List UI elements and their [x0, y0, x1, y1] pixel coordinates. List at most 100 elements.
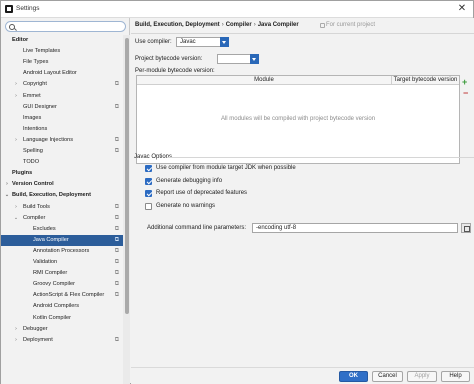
- checkbox-checked-icon[interactable]: [145, 178, 152, 185]
- checkbox-label: Generate no warnings: [156, 203, 216, 209]
- expand-editor-icon[interactable]: [461, 223, 471, 233]
- sidebar-item-label: Emmet: [23, 92, 41, 99]
- sidebar-item[interactable]: › Build Tools ⧉: [1, 202, 123, 213]
- sidebar-item[interactable]: Android Layout Editor: [1, 68, 123, 79]
- chevron-right-icon[interactable]: ›: [13, 202, 19, 213]
- project-settings-icon: ⧉: [114, 336, 119, 343]
- help-button[interactable]: Help: [441, 371, 470, 382]
- sidebar-item-label: Plugins: [12, 170, 33, 177]
- sidebar-item[interactable]: Validation ⧉: [1, 257, 123, 268]
- breadcrumb-item: Java Compiler: [257, 22, 299, 28]
- chevron-right-icon[interactable]: ›: [13, 324, 19, 335]
- sidebar-item[interactable]: › Debugger: [1, 324, 123, 335]
- settings-window: Settings ✕ Editor Live Templates File Type…: [0, 0, 474, 384]
- sidebar-item-label: Kotlin Compiler: [33, 314, 71, 321]
- chevron-right-icon[interactable]: ›: [4, 179, 10, 190]
- header-divider: [131, 33, 474, 34]
- sidebar-item[interactable]: Groovy Compiler ⧉: [1, 279, 123, 290]
- project-settings-icon: ⧉: [114, 81, 119, 88]
- sidebar-item[interactable]: Java Compiler ⧉: [1, 234, 123, 246]
- sidebar-item[interactable]: GUI Designer ⧉: [1, 102, 123, 113]
- chevron-down-icon[interactable]: ⌄: [4, 190, 10, 201]
- sidebar-item-label: RMI Compiler: [33, 270, 68, 277]
- sidebar-item[interactable]: RMI Compiler ⧉: [1, 268, 123, 279]
- sidebar-item[interactable]: › Copyright ⧉: [1, 79, 123, 90]
- project-settings-icon: ⧉: [114, 203, 119, 210]
- ok-button[interactable]: OK: [339, 371, 368, 382]
- window-title: Settings: [16, 5, 40, 12]
- chevron-right-icon[interactable]: ›: [13, 79, 19, 90]
- sidebar-item[interactable]: Spelling ⧉: [1, 146, 123, 157]
- sidebar-item[interactable]: Android Compilers: [1, 301, 123, 312]
- bytecode-version-label: Project bytecode version:: [135, 56, 203, 62]
- cancel-button[interactable]: Cancel: [372, 371, 403, 382]
- project-settings-icon: ⧉: [114, 236, 119, 243]
- project-settings-icon: ⧉: [114, 259, 119, 265]
- per-module-table[interactable]: Module Target bytecode version All modul…: [136, 75, 460, 164]
- search-icon: [9, 24, 15, 30]
- sidebar-scrollbar-thumb[interactable]: [125, 38, 129, 314]
- sidebar-item-label: Annotation Processors: [33, 247, 90, 254]
- checkbox-unchecked-icon[interactable]: [145, 203, 152, 210]
- per-module-label: Per-module bytecode version:: [135, 68, 215, 74]
- sidebar-item[interactable]: Editor: [1, 35, 123, 46]
- use-compiler-select[interactable]: Javac: [176, 37, 229, 47]
- additional-params-input[interactable]: -encoding utf-8: [252, 223, 458, 233]
- sidebar-item-label: File Types: [23, 59, 49, 66]
- sidebar-item[interactable]: TODO: [1, 157, 123, 168]
- chevron-right-icon[interactable]: ›: [13, 135, 19, 146]
- bytecode-version-select[interactable]: [217, 54, 259, 64]
- checkbox-checked-icon[interactable]: [145, 165, 152, 172]
- settings-tree: Editor Live Templates File Types Android La…: [1, 35, 123, 384]
- dialog-button-bar: OK Cancel Apply Help: [131, 367, 474, 384]
- add-module-button[interactable]: +: [462, 78, 467, 87]
- project-settings-icon: ⧉: [114, 225, 119, 232]
- project-settings-icon: ⧉: [114, 281, 119, 288]
- chevron-down-icon[interactable]: ⌄: [13, 213, 19, 224]
- remove-module-button[interactable]: −: [463, 89, 468, 98]
- sidebar-item-label: Build, Execution, Deployment: [12, 192, 91, 199]
- sidebar-item[interactable]: Live Templates: [1, 46, 123, 57]
- checkbox-label: Use compiler from module target JDK when…: [156, 165, 296, 171]
- column-header-module[interactable]: Module: [137, 76, 392, 85]
- sidebar-item-label: Groovy Compiler: [33, 281, 75, 288]
- sidebar-item-label: Intentions: [23, 125, 48, 132]
- sidebar-item-label: Live Templates: [23, 48, 61, 55]
- chevron-right-icon[interactable]: ›: [13, 91, 19, 102]
- sidebar-item-label: Java Compiler: [33, 236, 69, 243]
- sidebar-item-label: Debugger: [23, 325, 48, 332]
- sidebar-item-label: TODO: [23, 159, 40, 166]
- sidebar-item-label: Version Control: [12, 181, 54, 188]
- apply-button[interactable]: Apply: [407, 371, 437, 382]
- sidebar-item[interactable]: ActionScript & Flex Compiler ⧉: [1, 290, 123, 301]
- close-button[interactable]: ✕: [456, 3, 468, 15]
- sidebar-item[interactable]: › Language Injections ⧉: [1, 135, 123, 146]
- sidebar-item[interactable]: ⌄ Compiler ⧉: [1, 213, 123, 224]
- sidebar-item[interactable]: › Emmet: [1, 91, 123, 102]
- sidebar-item[interactable]: Kotlin Compiler: [1, 313, 123, 324]
- section-divider: [167, 157, 474, 158]
- sidebar-item[interactable]: Annotation Processors ⧉: [1, 246, 123, 257]
- settings-search-input[interactable]: [5, 21, 126, 32]
- checkbox-label: Report use of deprecated features: [156, 190, 248, 196]
- project-settings-icon: ⧉: [114, 292, 119, 299]
- column-header-target-version[interactable]: Target bytecode version: [392, 76, 459, 85]
- sidebar-item[interactable]: Plugins: [1, 168, 123, 179]
- additional-params-label: Additional command line parameters:: [147, 225, 247, 231]
- sidebar-item-label: GUI Designer: [23, 103, 57, 110]
- chevron-right-icon[interactable]: ›: [13, 335, 19, 346]
- sidebar-item[interactable]: Excludes ⧉: [1, 224, 123, 235]
- project-settings-icon: ⧉: [114, 214, 119, 221]
- sidebar-item[interactable]: Intentions: [1, 124, 123, 135]
- sidebar-item-label: ActionScript & Flex Compiler: [33, 292, 105, 299]
- sidebar-item-label: Excludes: [33, 225, 56, 232]
- sidebar-item[interactable]: ⌄ Build, Execution, Deployment: [1, 190, 123, 201]
- chevron-down-icon[interactable]: [250, 54, 259, 64]
- sidebar-item[interactable]: Images: [1, 113, 123, 124]
- chevron-down-icon[interactable]: [220, 37, 229, 47]
- use-compiler-label: Use compiler:: [135, 39, 172, 45]
- sidebar-item[interactable]: File Types: [1, 57, 123, 68]
- sidebar-item[interactable]: › Deployment ⧉: [1, 335, 123, 346]
- checkbox-checked-icon[interactable]: [145, 190, 152, 197]
- sidebar-item[interactable]: › Version Control: [1, 179, 123, 190]
